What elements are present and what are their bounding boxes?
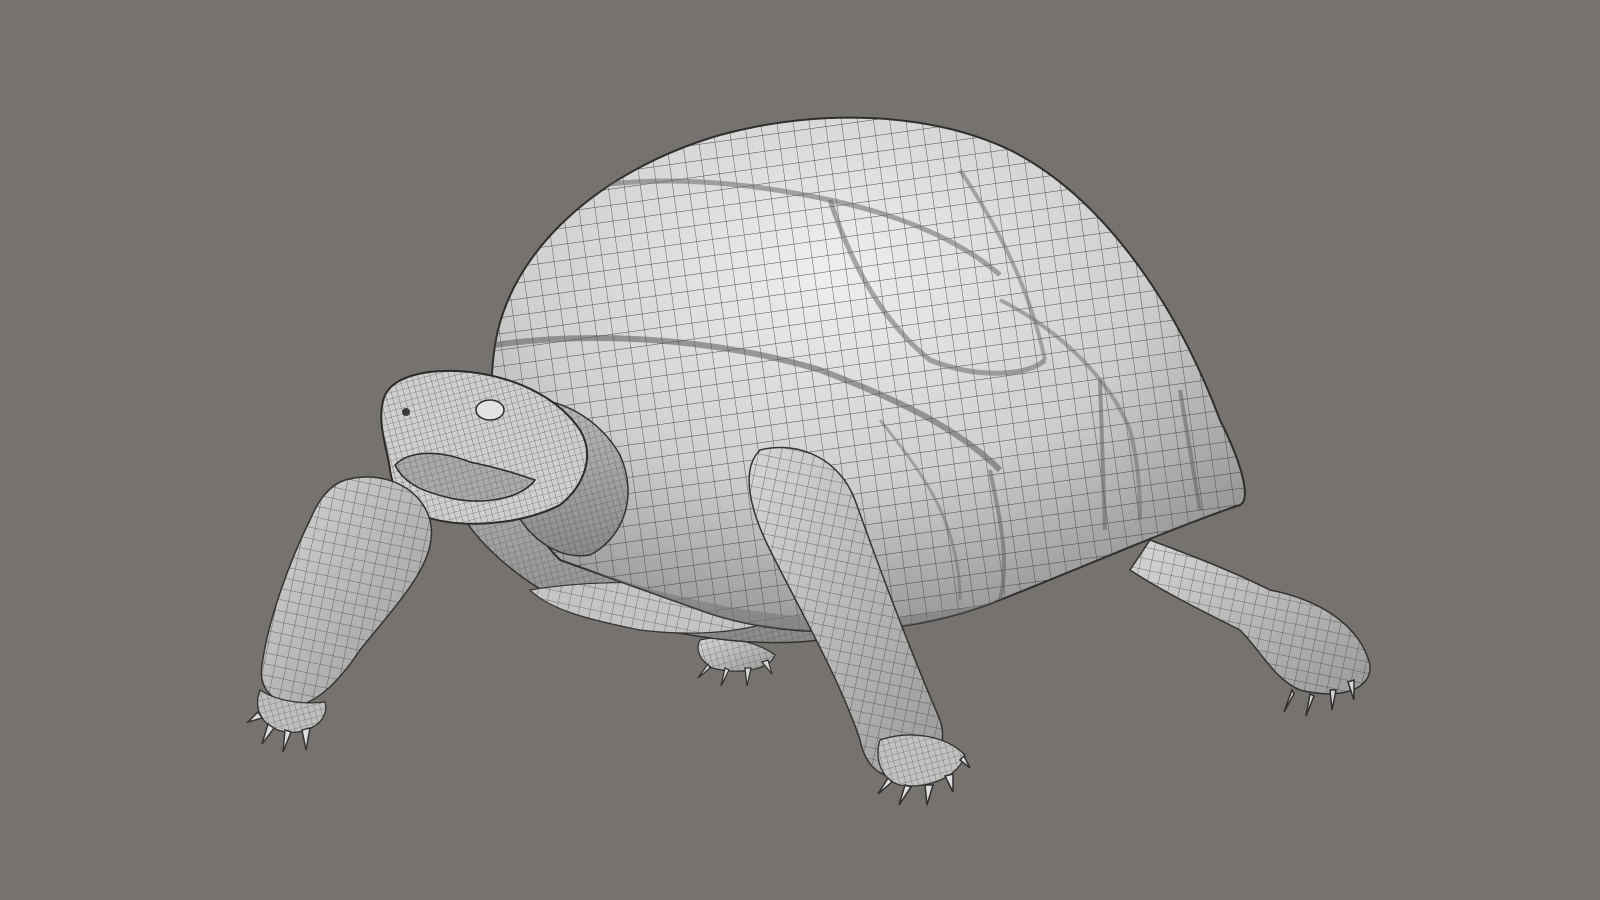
hind-left-foot [697, 637, 776, 687]
hind-right-leg [1128, 539, 1371, 717]
tortoise-render [245, 116, 1371, 806]
front-left-leg [245, 476, 433, 753]
viewport [0, 0, 1600, 900]
